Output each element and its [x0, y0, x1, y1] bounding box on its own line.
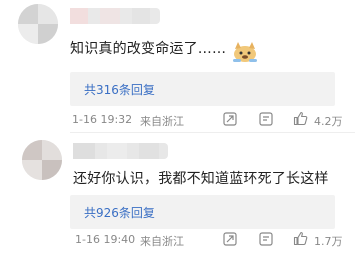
replies-box[interactable]: 共926条回复 — [70, 195, 335, 229]
comment-icon[interactable] — [259, 232, 273, 246]
replies-box[interactable]: 共316条回复 — [70, 72, 335, 106]
comment-time: 1-16 19:40 — [75, 233, 136, 246]
comment-time: 1-16 19:32 — [72, 113, 133, 126]
share-icon[interactable] — [223, 232, 237, 246]
comment-text: 还好你认识，我都不知道蓝环死了长这样 — [73, 171, 329, 187]
comment-text: 知识真的改变命运了…… — [70, 41, 227, 57]
like-count: 4.2万 — [314, 115, 343, 128]
username-blurred[interactable] — [70, 8, 160, 24]
like-icon[interactable] — [293, 231, 308, 246]
username-blurred[interactable] — [73, 143, 168, 159]
like-count: 1.7万 — [314, 235, 343, 248]
avatar[interactable] — [18, 4, 58, 44]
comment-icon[interactable] — [259, 112, 273, 126]
view-replies-link[interactable]: 共926条回复 — [84, 204, 155, 221]
view-replies-link[interactable]: 共316条回复 — [84, 81, 155, 98]
doge-emoji-icon — [229, 40, 261, 64]
comment-location: 来自浙江 — [140, 115, 184, 128]
divider — [70, 132, 355, 133]
like-icon[interactable] — [293, 111, 308, 126]
share-icon[interactable] — [223, 112, 237, 126]
comment-location: 来自浙江 — [140, 235, 184, 248]
avatar[interactable] — [22, 140, 62, 180]
comment-feed: 知识真的改变命运了…… 共316条回复 1-16 19:32 来自浙江 4.2万… — [0, 0, 355, 255]
